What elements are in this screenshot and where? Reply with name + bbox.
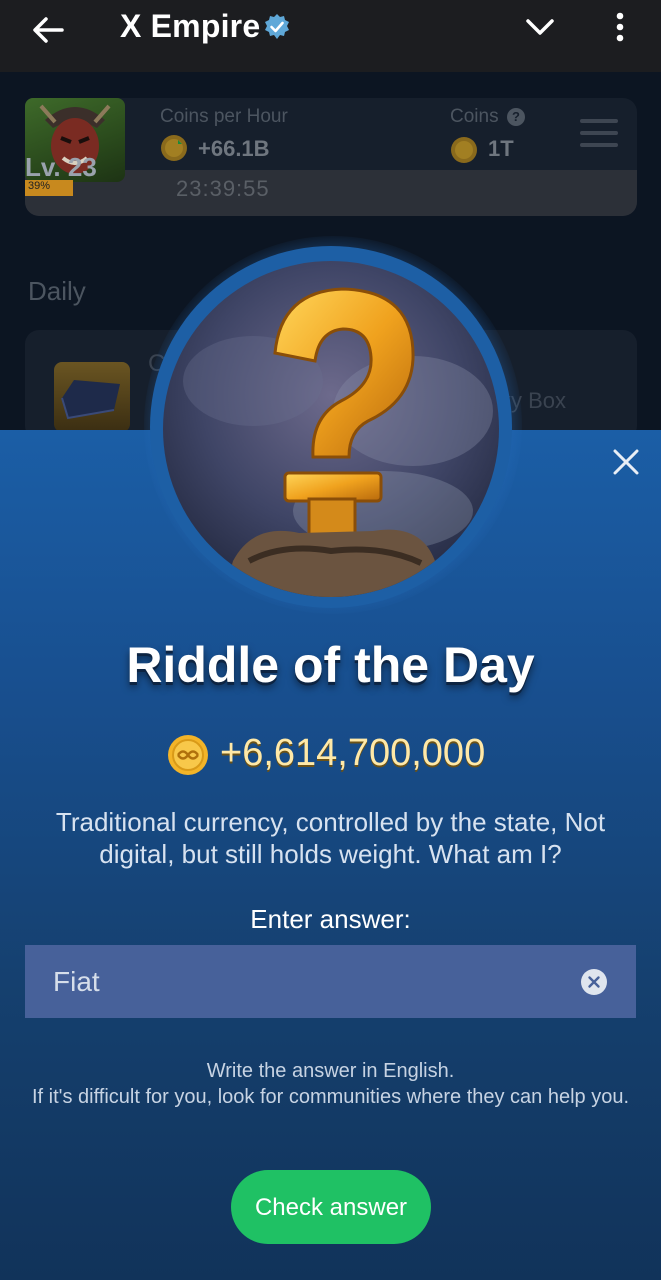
hint-line-2: If it's difficult for you, look for comm… xyxy=(31,1086,630,1108)
more-vertical-icon[interactable] xyxy=(608,8,632,48)
top-app-bar: X Empire xyxy=(0,0,661,72)
chest-icon xyxy=(61,380,120,420)
coins-label: Coins xyxy=(450,106,499,127)
hamburger-menu-icon[interactable] xyxy=(578,116,620,150)
hint-line-1: Write the answer in English. xyxy=(206,1060,455,1082)
coin-icon xyxy=(168,735,208,775)
close-icon[interactable] xyxy=(604,440,648,484)
coins-value: 1T xyxy=(488,136,514,161)
question-mark-icon xyxy=(163,261,499,597)
coin-icon xyxy=(161,135,187,161)
question-mark-image xyxy=(163,261,499,597)
hint-text: Write the answer in English. If it's dif… xyxy=(20,1058,641,1110)
clear-circle-icon[interactable] xyxy=(580,968,608,996)
check-answer-button[interactable]: Check answer xyxy=(231,1170,431,1244)
chest-image xyxy=(54,362,130,432)
level-text: Lv. 23 xyxy=(25,152,97,182)
riddle-title: Riddle of the Day xyxy=(126,637,535,693)
coin-icon xyxy=(451,137,477,163)
level-progress-percent: 39% xyxy=(28,180,51,192)
app-title: X Empire xyxy=(120,8,261,44)
coins-per-hour-label: Coins per Hour xyxy=(160,106,288,127)
help-icon[interactable]: ? xyxy=(507,108,525,126)
back-arrow-icon[interactable] xyxy=(28,10,68,50)
reward-amount: +6,614,700,000 xyxy=(220,732,486,774)
chevron-down-icon[interactable] xyxy=(522,12,558,42)
coins-per-hour-value: +66.1B xyxy=(198,136,270,161)
daily-section-label: Daily xyxy=(28,276,86,306)
timer-text: 23:39:55 xyxy=(176,176,270,201)
answer-input[interactable] xyxy=(25,945,565,1018)
verified-badge-icon xyxy=(265,14,289,39)
answer-label: Enter answer: xyxy=(250,904,411,934)
riddle-question: Traditional currency, controlled by the … xyxy=(55,807,606,869)
